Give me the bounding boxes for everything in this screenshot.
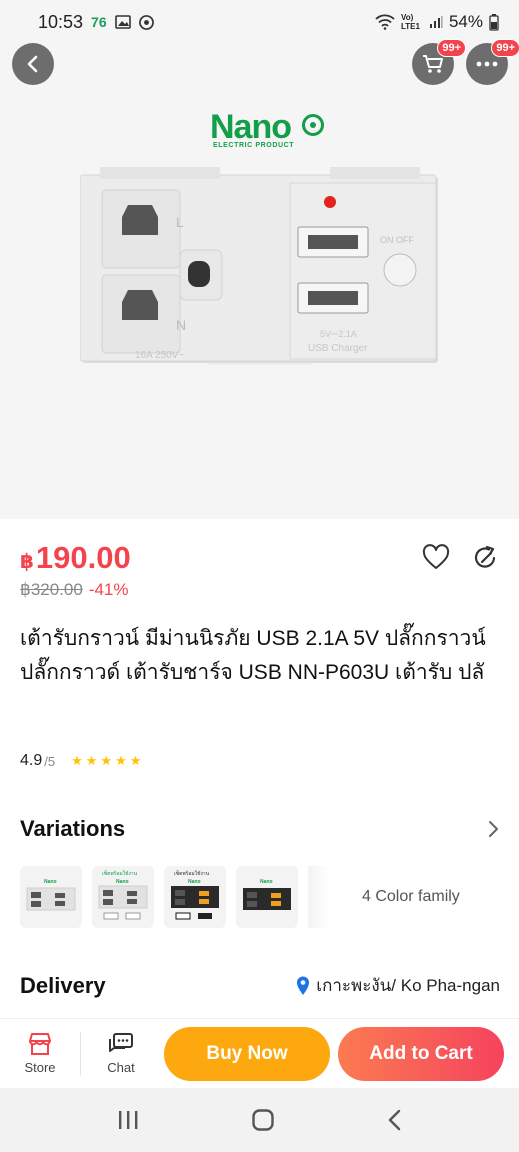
svg-text:Nano: Nano	[188, 879, 201, 885]
status-data-indicator: 76	[91, 14, 107, 30]
gallery-icon	[114, 15, 131, 29]
bottom-action-bar: Store Chat Buy Now Add to Cart	[0, 1018, 519, 1088]
variation-thumb-white[interactable]: Nano	[20, 866, 82, 928]
delivery-location[interactable]: เกาะพะงัน/ Ko Pha-ngan	[296, 972, 500, 999]
variation-thumb-black[interactable]: Nano	[236, 866, 298, 928]
usb-label-text: USB Charger	[308, 343, 368, 354]
variation-thumb-white-set[interactable]: เซ็ตพร้อมใช้งาน Nano	[92, 866, 154, 928]
battery-icon	[489, 13, 499, 31]
cart-button[interactable]: 99+	[412, 39, 466, 85]
usb-rating-text: 5V⎓2.1A	[320, 329, 357, 339]
rating-max: /5	[44, 753, 56, 769]
price-current: ฿ 190.00	[20, 540, 131, 576]
status-time: 10:53	[38, 11, 84, 32]
svg-text:เซ็ตพร้อมใช้งาน: เซ็ตพร้อมใช้งาน	[174, 869, 210, 877]
chevron-left-icon	[27, 55, 38, 73]
variation-thumb-overflow	[308, 866, 330, 928]
store-icon	[29, 1033, 51, 1055]
chat-button[interactable]: Chat	[81, 1032, 161, 1075]
brand-tagline: ELECTRIC PRODUCT	[213, 142, 295, 149]
network-type: Vo) LTE1	[400, 13, 420, 31]
variations-title: Variations	[20, 816, 126, 841]
socket-rating-text: 16A 250V~	[135, 350, 184, 361]
rating-row[interactable]: 4.9 /5 ★ ★ ★ ★ ★	[20, 752, 142, 770]
rating-value: 4.9	[20, 752, 43, 769]
buy-now-button[interactable]: Buy Now	[164, 1027, 330, 1081]
store-button[interactable]: Store	[0, 1032, 80, 1075]
original-price: ฿320.00	[20, 580, 83, 599]
brand-logo: Nano ELECTRIC PRODUCT	[210, 108, 326, 154]
chat-icon	[109, 1033, 133, 1052]
svg-text:เซ็ตพร้อมใช้งาน: เซ็ตพร้อมใช้งาน	[102, 869, 138, 877]
delivery-location-text: เกาะพะงัน/ Ko Pha-ngan	[316, 976, 500, 995]
location-pin-icon	[297, 976, 310, 995]
svg-text:L: L	[176, 214, 184, 230]
more-button[interactable]: 99+	[466, 39, 519, 85]
wifi-icon	[375, 14, 395, 30]
star-icon: ★	[100, 753, 113, 768]
home-icon[interactable]	[251, 1108, 275, 1132]
price-value: 190.00	[35, 540, 131, 575]
battery-percent: 54%	[448, 12, 483, 31]
price-original-row: ฿320.00 -41%	[20, 580, 129, 600]
more-dots-icon	[476, 61, 498, 67]
system-nav-bar	[0, 1088, 519, 1152]
color-family-label[interactable]: 4 Color family	[362, 888, 460, 906]
star-icon: ★	[129, 753, 142, 768]
svg-text:Nano: Nano	[116, 879, 129, 885]
store-label: Store	[24, 1060, 56, 1075]
status-bar: 10:53 76 Vo) LTE1 54%	[0, 0, 519, 44]
brand-mark-icon	[302, 114, 324, 136]
star-icon: ★	[85, 753, 98, 768]
switch-label-text: ON OFF	[380, 235, 414, 245]
recent-apps-icon[interactable]	[116, 1109, 140, 1131]
star-icon: ★	[71, 753, 83, 768]
variation-thumb-black-set[interactable]: เซ็ตพร้อมใช้งาน Nano	[164, 866, 226, 928]
svg-text:Nano: Nano	[44, 879, 57, 885]
socket-product-photo: L N 16A 250V~ ON OFF 5V⎓2.1A USB Charger	[80, 167, 438, 365]
chrome-icon	[138, 14, 154, 30]
delivery-row[interactable]: Delivery เกาะพะงัน/ Ko Pha-ngan	[20, 972, 500, 999]
delivery-title: Delivery	[20, 972, 106, 998]
product-title: เต้ารับกราวน์ มีม่านนิรภัย USB 2.1A 5V ป…	[20, 627, 486, 684]
variations-header[interactable]: Variations	[20, 816, 500, 842]
chevron-right-icon	[489, 821, 498, 837]
heart-icon[interactable]	[422, 544, 450, 572]
cart-icon	[423, 55, 443, 73]
star-icon: ★	[115, 753, 127, 768]
add-to-cart-button[interactable]: Add to Cart	[338, 1027, 504, 1081]
back-nav-icon[interactable]	[387, 1109, 403, 1131]
variation-thumbnails: Nano เซ็ตพร้อมใช้งาน Nano เซ็ตพร้อมใช้งา…	[20, 866, 298, 928]
share-icon[interactable]	[472, 544, 500, 572]
currency-symbol: ฿	[20, 551, 34, 573]
signal-icon	[429, 16, 443, 28]
chat-label: Chat	[107, 1060, 135, 1075]
back-button[interactable]	[12, 43, 54, 85]
svg-text:Nano: Nano	[260, 879, 273, 885]
discount-badge: -41%	[88, 580, 129, 599]
svg-text:N: N	[176, 317, 186, 333]
